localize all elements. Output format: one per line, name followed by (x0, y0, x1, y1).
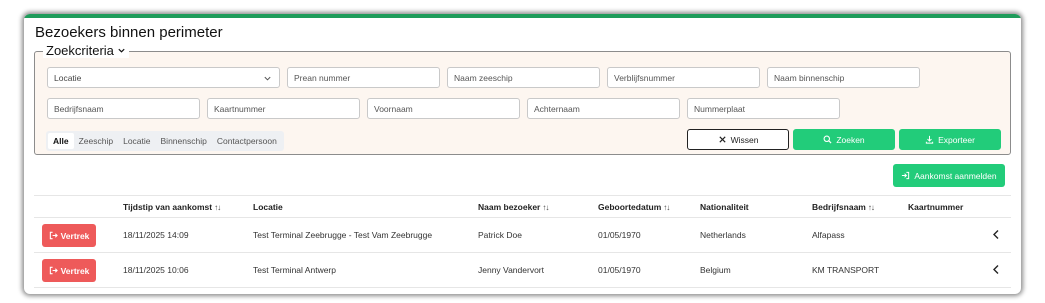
table-row[interactable]: Vertrek 18/11/2025 14:09 Test Terminal Z… (34, 218, 1011, 253)
depart-button-label: Vertrek (60, 230, 90, 241)
column-header-visitor-name-label: Naam bezoeker (478, 202, 541, 212)
column-header-card-number-label: Kaartnummer (908, 202, 964, 212)
license-plate-input[interactable] (694, 103, 839, 114)
chevron-left-icon[interactable] (991, 229, 1001, 240)
cell-company: Alfapass (812, 230, 845, 240)
company-name-input[interactable] (54, 103, 199, 114)
chevron-down-icon (118, 48, 125, 53)
clear-button[interactable]: Wissen (687, 129, 789, 150)
cell-arrival: 18/11/2025 14:09 (123, 230, 189, 240)
download-icon (925, 135, 934, 144)
cell-birthdate: 01/05/1970 (598, 230, 641, 240)
type-filter-segmented: Alle Zeeschip Locatie Binnenschip Contac… (46, 131, 284, 151)
prean-number-input[interactable] (294, 72, 439, 83)
login-icon (902, 171, 910, 180)
column-header-location: Locatie (253, 202, 283, 212)
column-header-birthdate-label: Geboortedatum (598, 202, 662, 212)
last-name-field[interactable] (527, 98, 680, 119)
cell-location: Test Terminal Antwerp (253, 265, 336, 275)
segment-all[interactable]: Alle (48, 133, 74, 149)
cell-company: KM TRANSPORT (812, 265, 880, 275)
residence-number-field[interactable] (607, 67, 760, 88)
search-button[interactable]: Zoeken (793, 129, 895, 150)
license-plate-field[interactable] (687, 98, 840, 119)
search-button-label: Zoeken (836, 134, 865, 145)
location-select-value: Locatie (54, 72, 82, 83)
segment-inland-ship[interactable]: Binnenschip (156, 133, 212, 149)
search-criteria-panel: Zoekcriteria Locatie Prean nummer Naam z… (34, 43, 1011, 155)
column-header-nationality-label: Nationaliteit (700, 202, 749, 212)
table-header: Tijdstip van aankomst ↑↓ Locatie Naam be… (34, 195, 1011, 218)
depart-button[interactable]: Vertrek (42, 224, 96, 247)
cell-visitor-name: Jenny Vandervort (478, 265, 544, 275)
cell-arrival: 18/11/2025 10:06 (123, 265, 189, 275)
inland-ship-name-field[interactable] (767, 67, 920, 88)
column-header-arrival[interactable]: Tijdstip van aankomst ↑↓ (123, 202, 221, 212)
cell-birthdate: 01/05/1970 (598, 265, 641, 275)
first-name-field[interactable] (367, 98, 520, 119)
cell-nationality: Netherlands (700, 230, 746, 240)
column-header-visitor-name[interactable]: Naam bezoeker ↑↓ (478, 202, 549, 212)
frame-accent-bar (24, 14, 1021, 18)
column-header-arrival-label: Tijdstip van aankomst (123, 202, 213, 212)
column-header-nationality: Nationaliteit (700, 202, 749, 212)
logout-icon (49, 231, 58, 240)
column-header-company[interactable]: Bedrijfsnaam ↑↓ (812, 202, 875, 212)
clear-button-label: Wissen (730, 134, 759, 145)
segment-location[interactable]: Locatie (118, 133, 155, 149)
column-header-company-label: Bedrijfsnaam (812, 202, 866, 212)
export-button[interactable]: Exporteer (899, 129, 1001, 150)
cell-nationality: Belgium (700, 265, 731, 275)
card-number-field[interactable] (207, 98, 360, 119)
residence-number-input[interactable] (614, 72, 759, 83)
segment-seaship[interactable]: Zeeschip (74, 133, 119, 149)
segment-contact-person[interactable]: Contactpersoon (212, 133, 282, 149)
chevron-left-icon[interactable] (991, 264, 1001, 275)
last-name-input[interactable] (534, 103, 679, 114)
seaship-name-field[interactable] (447, 67, 600, 88)
visitors-table: Tijdstip van aankomst ↑↓ Locatie Naam be… (34, 195, 1011, 288)
prean-number-field[interactable] (287, 67, 440, 88)
page-frame: Bezoekers binnen perimeter Zoekcriteria … (24, 14, 1021, 294)
register-arrival-label: Aankomst aanmelden (914, 170, 997, 181)
close-icon (718, 136, 726, 143)
page-title: Bezoekers binnen perimeter (35, 24, 223, 41)
column-header-birthdate[interactable]: Geboortedatum ↑↓ (598, 202, 670, 212)
card-number-input[interactable] (214, 103, 359, 114)
logout-icon (49, 266, 58, 275)
column-header-location-label: Locatie (253, 202, 283, 212)
depart-button[interactable]: Vertrek (42, 259, 96, 282)
depart-button-label: Vertrek (60, 265, 90, 276)
cell-visitor-name: Patrick Doe (478, 230, 522, 240)
export-button-label: Exporteer (938, 134, 975, 145)
cell-location: Test Terminal Zeebrugge - Test Vam Zeebr… (253, 230, 433, 240)
register-arrival-button[interactable]: Aankomst aanmelden (893, 164, 1005, 187)
company-name-field[interactable] (47, 98, 200, 119)
search-criteria-legend: Zoekcriteria (46, 43, 114, 58)
first-name-input[interactable] (374, 103, 519, 114)
sort-icon: ↑↓ (663, 202, 670, 212)
seaship-name-input[interactable] (454, 72, 599, 83)
sort-icon: ↑↓ (214, 202, 221, 212)
chevron-down-icon (264, 76, 271, 81)
search-icon (823, 135, 832, 144)
sort-icon: ↑↓ (542, 202, 549, 212)
column-header-card-number: Kaartnummer (908, 202, 963, 212)
table-row[interactable]: Vertrek 18/11/2025 10:06 Test Terminal A… (34, 253, 1011, 288)
search-criteria-toggle[interactable]: Zoekcriteria (43, 43, 129, 58)
sort-icon: ↑↓ (867, 202, 875, 212)
location-select[interactable]: Locatie (47, 67, 280, 88)
inland-ship-name-input[interactable] (774, 72, 919, 83)
